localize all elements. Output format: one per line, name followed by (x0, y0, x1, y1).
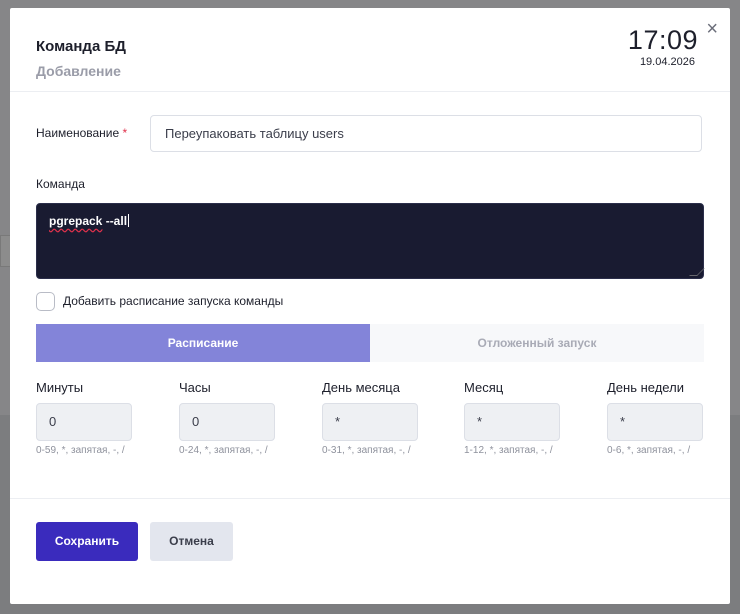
command-rest: --all (102, 214, 128, 228)
close-icon[interactable]: × (706, 18, 718, 40)
hours-label: Часы (179, 380, 211, 395)
minutes-hint: 0-59, *, запятая, -, / (36, 445, 125, 456)
month-label: Месяц (464, 380, 504, 395)
schedule-checkbox-label[interactable]: Добавить расписание запуска команды (63, 294, 283, 308)
modal-subtitle: Добавление (36, 63, 121, 79)
modal-header: Команда БД Добавление 17:09 19.04.2026 × (10, 8, 730, 92)
minutes-input[interactable]: 0 (36, 403, 132, 441)
resize-handle-icon[interactable] (689, 268, 705, 276)
clock-date: 19.04.2026 (639, 56, 695, 68)
hours-input[interactable]: 0 (179, 403, 275, 441)
month-hint: 1-12, *, запятая, -, / (464, 445, 553, 456)
minutes-label: Минуты (36, 380, 84, 395)
clock-time: 17:09 (627, 25, 698, 55)
name-input[interactable]: Переупаковать таблицу users (150, 115, 702, 152)
month-input[interactable]: * (464, 403, 560, 441)
modal-title: Команда БД (36, 38, 126, 55)
tab-schedule[interactable]: Расписание (36, 324, 370, 362)
tab-delayed-start[interactable]: Отложенный запуск (370, 324, 704, 362)
day-of-month-label: День месяца (322, 380, 400, 395)
text-caret (128, 214, 130, 227)
day-of-month-hint: 0-31, *, запятая, -, / (322, 445, 411, 456)
day-of-month-input[interactable]: * (322, 403, 418, 441)
day-of-week-label: День недели (607, 380, 684, 395)
day-of-week-hint: 0-6, *, запятая, -, / (607, 445, 691, 456)
name-label-text: Наименование (36, 126, 120, 140)
hours-hint: 0-24, *, запятая, -, / (179, 445, 268, 456)
cancel-button[interactable]: Отмена (150, 522, 233, 561)
command-label: Команда (36, 177, 85, 191)
save-button[interactable]: Сохранить (36, 522, 138, 561)
day-of-week-input[interactable]: * (607, 403, 703, 441)
footer-divider (10, 498, 730, 499)
schedule-checkbox[interactable] (36, 292, 55, 311)
command-word: pgrepack (49, 214, 103, 228)
required-mark: * (122, 126, 128, 140)
command-textarea[interactable]: pgrepack --all (36, 203, 705, 279)
name-label: Наименование * (36, 126, 127, 140)
command-modal: Команда БД Добавление 17:09 19.04.2026 ×… (10, 8, 730, 604)
